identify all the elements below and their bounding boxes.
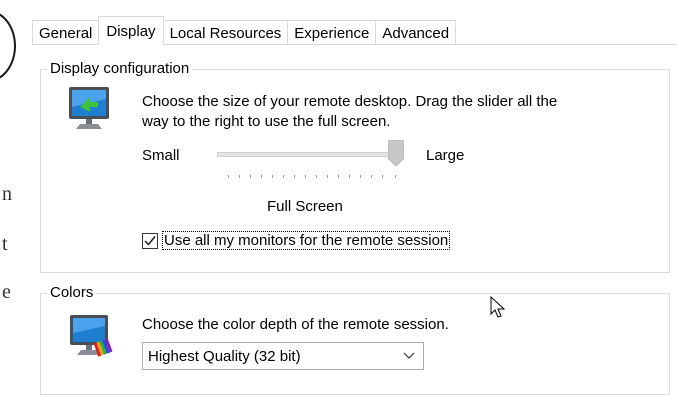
monitor-display-icon <box>69 87 109 129</box>
use-all-monitors-checkbox[interactable] <box>142 233 158 249</box>
display-description-line1: Choose the size of your remote desktop. … <box>142 93 558 110</box>
chevron-down-icon <box>403 352 415 359</box>
mouse-pointer-icon <box>490 296 506 318</box>
slider-tick <box>305 175 306 178</box>
slider-min-label: Small <box>142 147 180 164</box>
slider-tick <box>272 175 273 178</box>
background-text-fragment: t <box>2 233 8 255</box>
colors-description: Choose the color depth of the remote ses… <box>142 316 449 333</box>
colors-legend: Colors <box>47 284 97 301</box>
tab-display[interactable]: Display <box>98 16 164 45</box>
checkmark-icon <box>144 236 156 246</box>
slider-tick <box>294 175 295 178</box>
slider-tick <box>250 175 251 178</box>
display-size-slider-track[interactable] <box>217 152 404 157</box>
slider-value-label: Full Screen <box>267 198 343 215</box>
display-configuration-legend: Display configuration <box>47 60 193 77</box>
use-all-monitors-label[interactable]: Use all my monitors for the remote sessi… <box>161 231 451 250</box>
background-text-fragment: e <box>2 281 11 303</box>
monitor-colors-icon <box>70 315 113 357</box>
slider-tick <box>283 175 284 178</box>
remote-desktop-options-dialog: General Display Local Resources Experien… <box>24 0 677 395</box>
slider-tick <box>327 175 328 178</box>
slider-tick <box>228 175 229 178</box>
slider-tick <box>261 175 262 178</box>
slider-tick <box>349 175 350 178</box>
display-description-line2: way to the right to use the full screen. <box>142 113 391 130</box>
background-text-fragment: n <box>2 183 12 205</box>
color-depth-select[interactable]: Highest Quality (32 bit) <box>142 342 424 370</box>
slider-tick <box>316 175 317 178</box>
slider-tick <box>360 175 361 178</box>
background-window-frame <box>0 10 16 82</box>
slider-max-label: Large <box>426 147 465 164</box>
color-depth-selected-value: Highest Quality (32 bit) <box>148 347 301 365</box>
tab-general[interactable]: General <box>32 20 100 45</box>
slider-tick <box>371 175 372 178</box>
slider-tick <box>382 175 383 178</box>
slider-tick <box>239 175 240 178</box>
slider-tick <box>395 175 396 178</box>
display-size-slider-thumb[interactable] <box>388 140 404 166</box>
tab-strip: General Display Local Resources Experien… <box>32 16 457 45</box>
tab-local-resources[interactable]: Local Resources <box>162 20 289 45</box>
tab-experience[interactable]: Experience <box>287 20 377 45</box>
slider-tick <box>338 175 339 178</box>
tab-advanced[interactable]: Advanced <box>375 20 457 45</box>
